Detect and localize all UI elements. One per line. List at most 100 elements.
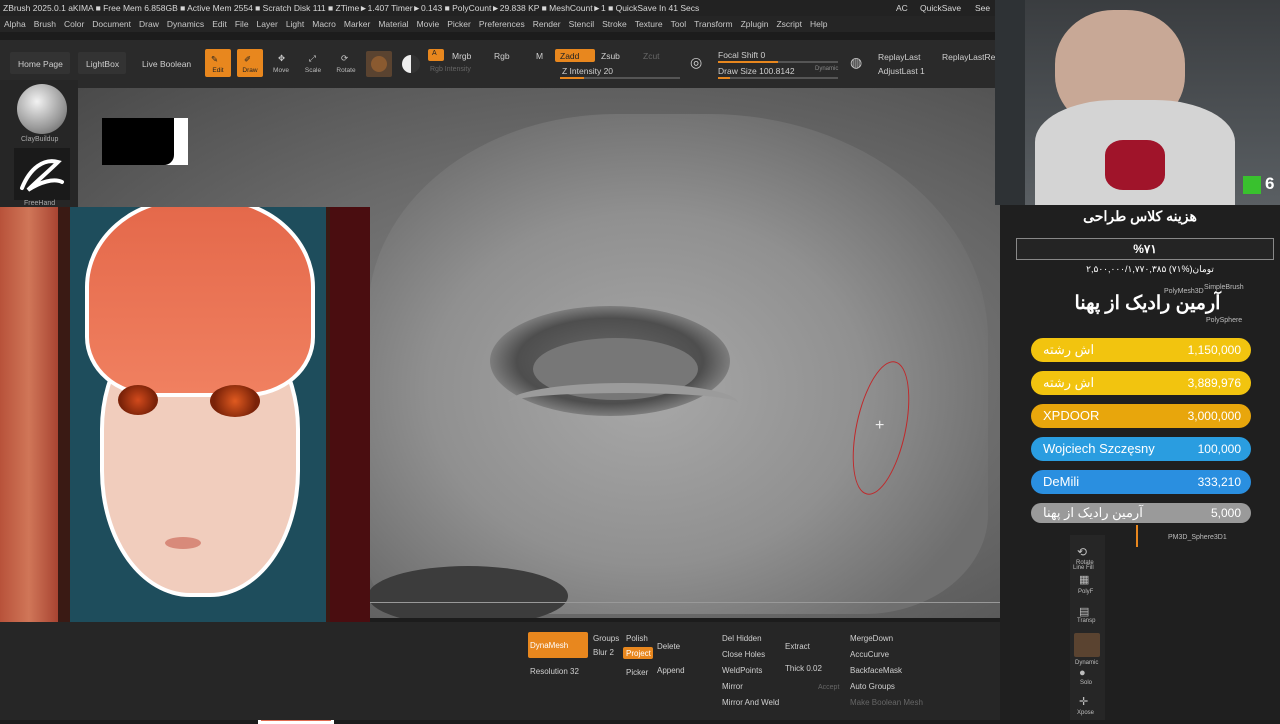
accu-curve-button[interactable]: AccuCurve (850, 650, 889, 659)
menu-movie[interactable]: Movie (413, 16, 444, 32)
resolution-slider[interactable]: Resolution 32 (530, 667, 579, 676)
groups-button[interactable]: Groups (593, 634, 619, 643)
close-holes-button[interactable]: Close Holes (722, 650, 765, 659)
menu-tool[interactable]: Tool (667, 16, 691, 32)
menu-alpha[interactable]: Alpha (0, 16, 30, 32)
menu-zscript[interactable]: Zscript (772, 16, 806, 32)
move-button[interactable]: Move (266, 67, 296, 74)
menu-color[interactable]: Color (60, 16, 88, 32)
campaign-amount: ۲,۵۰۰,۰۰۰/۱,۷۷۰,۳۸۵ تومان(%۷۱) (1086, 264, 1214, 274)
nose-shadow (368, 566, 568, 618)
a-label: A (432, 50, 437, 57)
polyf-label: PolyF (1078, 589, 1094, 595)
freehand-stroke-icon[interactable] (14, 148, 70, 200)
mirror-and-weld-button[interactable]: Mirror And Weld (722, 698, 779, 707)
streamer-object (1105, 140, 1165, 190)
menu-light[interactable]: Light (282, 16, 308, 32)
auto-groups-button[interactable]: Auto Groups (850, 682, 895, 691)
rotate-icon[interactable]: ⟲ (1077, 545, 1087, 559)
xpose-icon[interactable]: ✛ (1079, 695, 1088, 708)
focal-shift-slider[interactable]: Focal Shift 0 (718, 50, 765, 60)
navigation-frame[interactable] (102, 118, 188, 165)
reference-mouth (165, 537, 201, 549)
ac-label[interactable]: AC (896, 0, 908, 16)
menu-bar: Alpha Brush Color Document Draw Dynamics Edit F… (0, 16, 1000, 32)
z-intensity-fill (560, 77, 584, 79)
menu-file[interactable]: File (231, 16, 253, 32)
menu-material[interactable]: Material (374, 16, 412, 32)
del-hidden-button[interactable]: Del Hidden (722, 634, 762, 643)
m-button[interactable]: M (536, 51, 543, 61)
top-donor-name: آرمین رادیک از پهنا (1074, 293, 1221, 314)
backface-mask-button[interactable]: BackfaceMask (850, 666, 902, 675)
live-boolean-button[interactable]: Live Boolean (142, 59, 191, 69)
replay-last-button[interactable]: ReplayLast (878, 52, 921, 62)
delete-button[interactable]: Delete (657, 642, 680, 651)
zsub-button[interactable]: Zsub (601, 51, 620, 61)
donor-bar: Wojciech Szczęsny 100,000 (1031, 437, 1251, 461)
append-button[interactable]: Append (657, 666, 685, 675)
line-fill-button[interactable]: Line Fill (1073, 565, 1094, 571)
extract-button[interactable]: Extract (785, 642, 810, 651)
polyframe-icon[interactable]: ▦ (1079, 573, 1089, 586)
z-intensity-track[interactable] (560, 77, 680, 79)
menu-macro[interactable]: Macro (308, 16, 340, 32)
zcut-button[interactable]: Zcut (643, 51, 660, 61)
mirror-button[interactable]: Mirror (722, 682, 743, 691)
rotate-button[interactable]: Rotate (331, 67, 361, 74)
accept-button[interactable]: Accept (818, 684, 839, 691)
blur-slider[interactable]: Blur 2 (593, 648, 614, 657)
menu-marker[interactable]: Marker (340, 16, 374, 32)
donor-name: DeMili (1043, 474, 1080, 489)
menu-picker[interactable]: Picker (443, 16, 475, 32)
merge-down-button[interactable]: MergeDown (850, 634, 893, 643)
solo-icon[interactable]: ● (1079, 667, 1086, 679)
scale-button[interactable]: Scale (298, 67, 328, 74)
menu-dynamics[interactable]: Dynamics (163, 16, 208, 32)
menu-help[interactable]: Help (806, 16, 831, 32)
z-intensity-slider[interactable]: Z Intensity 20 (562, 66, 613, 76)
material-preview-icon[interactable] (402, 55, 420, 73)
rgb-intensity-slider[interactable]: Rgb Intensity (430, 66, 471, 73)
make-boolean-mesh-button[interactable]: Make Boolean Mesh (850, 698, 923, 707)
menu-edit[interactable]: Edit (208, 16, 231, 32)
menu-draw[interactable]: Draw (135, 16, 163, 32)
polish-button[interactable]: Polish (626, 634, 648, 643)
draw-size-track[interactable] (718, 77, 838, 79)
menu-layer[interactable]: Layer (253, 16, 282, 32)
clay-buildup-brush-icon[interactable] (17, 84, 67, 134)
see-through-label[interactable]: See (975, 0, 990, 16)
draw-size-slider[interactable]: Draw Size 100.8142 (718, 66, 795, 76)
menu-brush[interactable]: Brush (30, 16, 60, 32)
scale-icon: ⤢ (309, 53, 316, 63)
weld-points-button[interactable]: WeldPoints (722, 666, 762, 675)
quicksave-button[interactable]: QuickSave (920, 0, 961, 16)
menu-stroke[interactable]: Stroke (598, 16, 631, 32)
menu-stencil[interactable]: Stencil (565, 16, 599, 32)
subtool-pm3d-sphere[interactable]: PM3D_Sphere3D1 (1168, 534, 1227, 541)
focal-shift-fill (718, 61, 778, 63)
lightbox-label: LightBox (86, 59, 120, 69)
mrgb-button[interactable]: Mrgb (452, 51, 471, 61)
menu-transform[interactable]: Transform (690, 16, 736, 32)
donor-bar: XPDOOR 3,000,000 (1031, 404, 1251, 428)
picker-button[interactable]: Picker (626, 668, 648, 677)
thick-slider[interactable]: Thick 0.02 (785, 664, 822, 673)
dynamic-button[interactable] (1074, 633, 1100, 657)
menu-texture[interactable]: Texture (631, 16, 667, 32)
lazy-mouse-icon[interactable]: ◍ (850, 54, 862, 71)
replay-last-rel-button[interactable]: ReplayLastRel (942, 52, 997, 62)
transp-icon[interactable]: ▤ (1079, 605, 1089, 618)
adjust-last-slider[interactable]: AdjustLast 1 (878, 66, 925, 76)
donor-amount: 3,889,976 (1187, 376, 1241, 390)
focal-shift-track[interactable] (718, 61, 838, 63)
dynamic-toggle[interactable]: Dynamic (815, 66, 838, 72)
menu-preferences[interactable]: Preferences (475, 16, 529, 32)
menu-render[interactable]: Render (529, 16, 565, 32)
focal-shift-icon: ◎ (690, 54, 703, 70)
rgb-button[interactable]: Rgb (494, 51, 510, 61)
menu-document[interactable]: Document (88, 16, 135, 32)
menu-zplugin[interactable]: Zplugin (737, 16, 773, 32)
solo-label: Solo (1080, 680, 1093, 686)
simplebrush-tool[interactable]: SimpleBrush (1204, 284, 1244, 291)
